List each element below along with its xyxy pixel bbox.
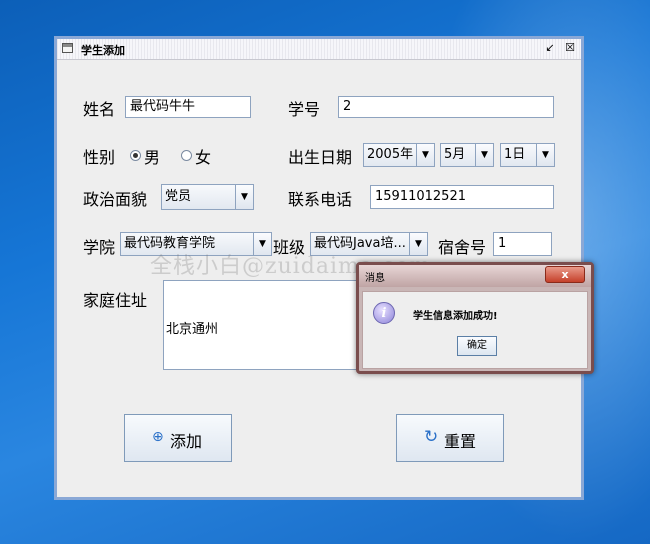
chevron-down-icon: ▼ [416,144,434,166]
info-icon: i [373,302,395,324]
reset-button[interactable]: ↻ 重置 [396,414,504,462]
name-input[interactable]: 最代码牛牛 [125,96,251,118]
name-label: 姓名 [83,100,116,119]
dorm-label: 宿舍号 [438,238,487,257]
college-label: 学院 [83,238,116,257]
add-button-label: 添加 [170,432,203,451]
chevron-down-icon: ▼ [235,185,253,209]
dialog-message: 学生信息添加成功! [413,311,498,322]
dorm-input[interactable]: 1 [493,232,552,256]
close-icon[interactable]: ☒ [563,41,577,55]
minimize-icon[interactable]: ↙ [543,41,557,55]
window-titlebar[interactable]: 学生添加 ↙ ☒ [57,39,581,60]
dialog-title: 消息 [365,273,385,284]
student-id-label: 学号 [288,100,321,119]
gender-label: 性别 [83,148,116,167]
dialog-body: i 学生信息添加成功! 确定 [362,291,588,369]
gender-male-radio[interactable] [130,150,141,161]
birth-month-select[interactable]: 5月 ▼ [440,143,494,167]
birth-day-value: 1日 [504,147,526,162]
phone-label: 联系电话 [288,190,353,209]
birth-date-label: 出生日期 [288,148,353,167]
gender-male-label[interactable]: 男 [144,144,160,168]
chevron-down-icon: ▼ [475,144,493,166]
window-title: 学生添加 [81,44,125,57]
address-label: 家庭住址 [83,291,148,310]
birth-month-value: 5月 [444,147,466,162]
gender-female-label[interactable]: 女 [195,144,211,168]
plus-circle-icon: ⊕ [152,429,164,445]
dialog-titlebar[interactable]: 消息 x [359,265,591,287]
dialog-ok-button[interactable]: 确定 [457,336,497,356]
window-icon [62,43,73,53]
message-dialog: 消息 x i 学生信息添加成功! 确定 [356,262,594,374]
address-value: 北京通州 [166,322,219,337]
gender-female-radio[interactable] [181,150,192,161]
reset-button-label: 重置 [444,432,477,451]
politics-label: 政治面貌 [83,190,148,209]
phone-input[interactable]: 15911012521 [370,185,554,209]
student-id-input[interactable]: 2 [338,96,554,118]
politics-value: 党员 [165,189,192,204]
birth-day-select[interactable]: 1日 ▼ [500,143,555,167]
refresh-icon: ↻ [424,427,439,447]
add-button[interactable]: ⊕ 添加 [124,414,232,462]
birth-year-select[interactable]: 2005年 ▼ [363,143,435,167]
dialog-close-button[interactable]: x [545,266,585,283]
birth-year-value: 2005年 [367,147,414,162]
chevron-down-icon: ▼ [536,144,554,166]
politics-select[interactable]: 党员 ▼ [161,184,254,210]
